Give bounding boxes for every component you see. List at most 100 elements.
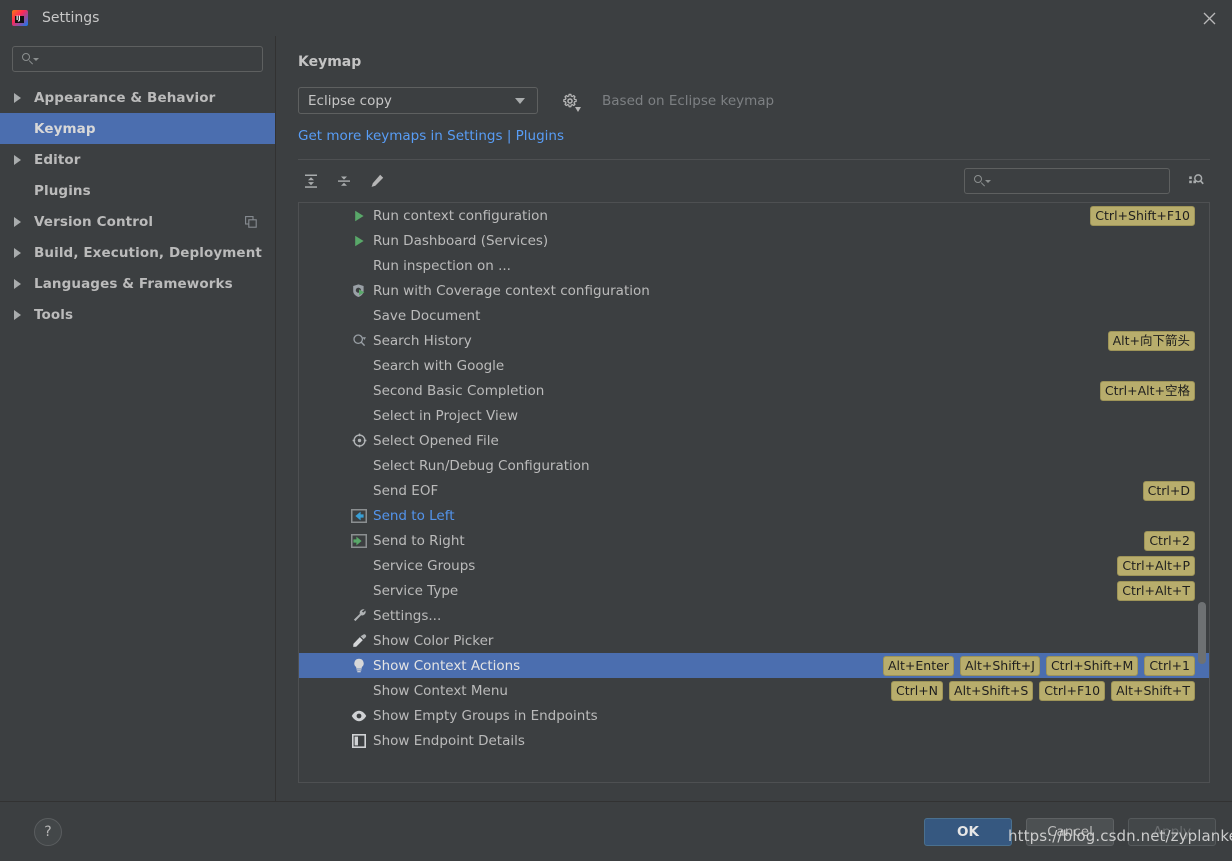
settings-search-box[interactable] (12, 46, 263, 72)
table-row[interactable]: Send EOFCtrl+D (299, 478, 1209, 503)
shortcut-badge[interactable]: Ctrl+N (891, 681, 943, 701)
list-scrollbar[interactable] (1197, 204, 1208, 781)
table-row[interactable]: Select Run/Debug Configuration (299, 453, 1209, 478)
edit-pencil-icon[interactable] (364, 168, 390, 194)
ok-button[interactable]: OK (924, 818, 1012, 846)
table-row[interactable]: Send to Left (299, 503, 1209, 528)
table-row[interactable]: Run with Coverage context configuration (299, 278, 1209, 303)
row-icon-placeholder (351, 358, 367, 374)
shortcut-badge[interactable]: Ctrl+F10 (1039, 681, 1105, 701)
sidebar-item-appearance-behavior[interactable]: Appearance & Behavior (0, 82, 275, 113)
settings-dialog: IJ Settings Appearance & Behavior Keymap E… (0, 0, 1232, 861)
action-name: Run context configuration (373, 208, 548, 224)
chevron-down-icon (515, 98, 525, 104)
table-row[interactable]: Select in Project View (299, 403, 1209, 428)
copy-icon (245, 216, 257, 228)
endpoint-details-icon (351, 733, 367, 749)
sidebar-item-plugins[interactable]: Plugins (0, 175, 275, 206)
send-to-left-icon (351, 508, 367, 524)
shortcut-badge[interactable]: Ctrl+Alt+P (1117, 556, 1195, 576)
table-row[interactable]: Run context configuration Ctrl+Shift+F10 (299, 203, 1209, 228)
table-row[interactable]: Show Empty Groups in Endpoints (299, 703, 1209, 728)
search-history-icon (351, 333, 367, 349)
table-row[interactable]: Second Basic CompletionCtrl+Alt+空格 (299, 378, 1209, 403)
table-row[interactable]: Search HistoryAlt+向下箭头 (299, 328, 1209, 353)
table-row[interactable]: Search with Google (299, 353, 1209, 378)
shortcut-list: Ctrl+Alt+P (1117, 556, 1195, 576)
shortcut-badge[interactable]: Alt+向下箭头 (1108, 331, 1195, 351)
gear-icon[interactable] (560, 91, 580, 111)
chevron-right-icon[interactable] (10, 155, 24, 165)
settings-search-input[interactable] (41, 51, 256, 68)
shortcut-badge[interactable]: Ctrl+Alt+T (1117, 581, 1195, 601)
shortcut-list: Ctrl+N Alt+Shift+S Ctrl+F10 Alt+Shift+T (891, 681, 1195, 701)
table-row[interactable]: Run Dashboard (Services) (299, 228, 1209, 253)
row-icon-placeholder (351, 683, 367, 699)
cancel-button[interactable]: Cancel (1026, 818, 1114, 846)
shortcut-badge[interactable]: Ctrl+Shift+F10 (1090, 206, 1195, 226)
settings-sidebar: Appearance & Behavior Keymap EditorPlugins… (0, 36, 276, 801)
row-icon-placeholder (351, 408, 367, 424)
eye-icon (351, 708, 367, 724)
table-row[interactable]: Show Endpoint Details (299, 728, 1209, 753)
chevron-right-icon[interactable] (10, 248, 24, 258)
shortcut-list: Ctrl+2 (1144, 531, 1195, 551)
table-row[interactable]: Show Context ActionsAlt+EnterAlt+Shift+J… (299, 653, 1209, 678)
action-name: Select Run/Debug Configuration (373, 458, 590, 474)
shortcut-badge[interactable]: Ctrl+Alt+空格 (1100, 381, 1195, 401)
shortcut-badge[interactable]: Alt+Enter (883, 656, 954, 676)
shortcut-badge[interactable]: Alt+Shift+J (960, 656, 1040, 676)
chevron-right-icon[interactable] (10, 279, 24, 289)
table-row[interactable]: Run inspection on ... (299, 253, 1209, 278)
expand-all-icon[interactable] (298, 168, 324, 194)
shortcut-list: Alt+Enter Alt+Shift+J Ctrl+Shift+M Ctrl+1 (883, 656, 1195, 676)
keymap-action-list[interactable]: Run context configurationCtrl+Shift+F10R… (298, 202, 1210, 783)
window-title: Settings (42, 10, 99, 26)
chevron-right-icon[interactable] (10, 310, 24, 320)
table-row[interactable]: Service TypeCtrl+Alt+T (299, 578, 1209, 603)
apply-button[interactable]: Apply (1128, 818, 1216, 846)
collapse-all-icon[interactable] (331, 168, 357, 194)
keymap-pane: Keymap Eclipse copy Based on Eclipse key… (276, 36, 1232, 801)
find-by-shortcut-icon[interactable] (1182, 168, 1210, 194)
row-icon-placeholder (351, 383, 367, 399)
table-row[interactable]: Settings... (299, 603, 1209, 628)
list-scrollbar-thumb[interactable] (1198, 602, 1206, 664)
sidebar-item-languages-frameworks[interactable]: Languages & Frameworks (0, 268, 275, 299)
help-button[interactable]: ? (34, 818, 62, 846)
table-row[interactable]: Service GroupsCtrl+Alt+P (299, 553, 1209, 578)
sidebar-item-keymap[interactable]: Keymap (0, 113, 275, 144)
keymap-search-box[interactable] (964, 168, 1170, 194)
coverage-icon (351, 283, 367, 299)
run-green-arrow-icon (351, 233, 367, 249)
shortcut-badge[interactable]: Alt+Shift+T (1111, 681, 1195, 701)
page-title: Keymap (298, 54, 1210, 70)
shortcut-badge[interactable]: Ctrl+Shift+M (1046, 656, 1138, 676)
shortcut-badge[interactable]: Alt+Shift+S (949, 681, 1033, 701)
close-icon[interactable] (1196, 6, 1222, 30)
table-row[interactable]: Send to Right Ctrl+2 (299, 528, 1209, 553)
sidebar-item-label: Appearance & Behavior (34, 90, 215, 106)
sidebar-item-tools[interactable]: Tools (0, 299, 275, 330)
title-bar: IJ Settings (0, 0, 1232, 36)
table-row[interactable]: Show Context MenuCtrl+NAlt+Shift+SCtrl+F… (299, 678, 1209, 703)
shortcut-list: Alt+向下箭头 (1108, 331, 1195, 351)
sidebar-item-editor[interactable]: Editor (0, 144, 275, 175)
table-row[interactable]: Save Document (299, 303, 1209, 328)
sidebar-item-version-control[interactable]: Version Control (0, 206, 275, 237)
send-to-right-icon (351, 533, 367, 549)
action-name: Send to Right (373, 533, 465, 549)
sidebar-item-build-execution-deployment[interactable]: Build, Execution, Deployment (0, 237, 275, 268)
table-row[interactable]: Select Opened File (299, 428, 1209, 453)
chevron-right-icon[interactable] (10, 93, 24, 103)
sidebar-item-label: Keymap (34, 121, 96, 137)
keymap-select[interactable]: Eclipse copy (298, 87, 538, 114)
chevron-right-icon[interactable] (10, 217, 24, 227)
get-more-keymaps-link[interactable]: Get more keymaps in Settings | Plugins (298, 128, 1210, 144)
keymap-search-input[interactable] (993, 173, 1163, 190)
shortcut-badge[interactable]: Ctrl+2 (1144, 531, 1195, 551)
table-row[interactable]: Show Color Picker (299, 628, 1209, 653)
shortcut-badge[interactable]: Ctrl+1 (1144, 656, 1195, 676)
shortcut-badge[interactable]: Ctrl+D (1143, 481, 1195, 501)
action-name: Select in Project View (373, 408, 518, 424)
